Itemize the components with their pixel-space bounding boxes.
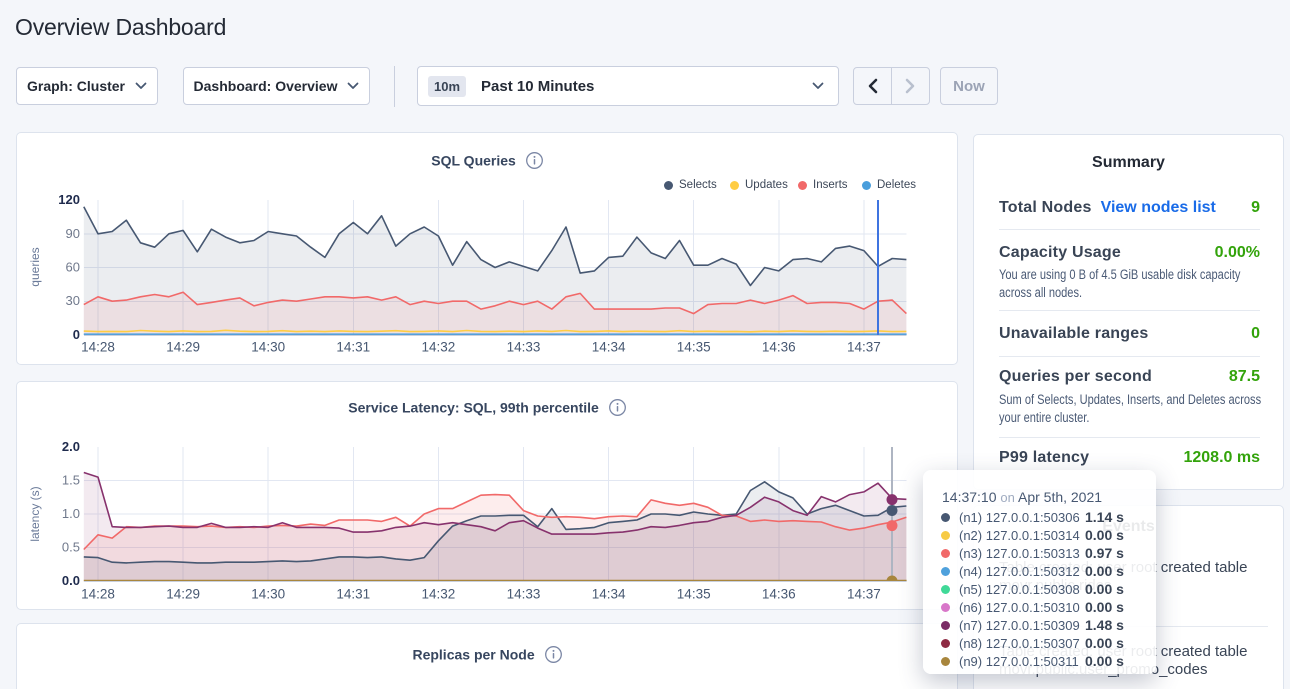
svg-text:14:34: 14:34 [592, 340, 626, 355]
svg-text:14:31: 14:31 [336, 340, 370, 355]
svg-text:120: 120 [58, 192, 80, 207]
svg-text:30: 30 [66, 293, 80, 308]
svg-text:14:36: 14:36 [762, 587, 796, 602]
svg-text:14:32: 14:32 [422, 587, 456, 602]
svg-text:14:35: 14:35 [677, 587, 711, 602]
svg-text:14:33: 14:33 [507, 587, 541, 602]
svg-text:14:33: 14:33 [507, 340, 541, 355]
svg-text:14:29: 14:29 [166, 340, 200, 355]
svg-text:14:37: 14:37 [847, 340, 881, 355]
svg-text:14:34: 14:34 [592, 587, 626, 602]
svg-text:14:35: 14:35 [677, 340, 711, 355]
svg-text:1.5: 1.5 [62, 473, 80, 488]
svg-text:queries: queries [28, 247, 42, 286]
svg-text:2.0: 2.0 [62, 439, 80, 454]
svg-text:0.0: 0.0 [62, 573, 80, 588]
svg-text:14:30: 14:30 [251, 340, 285, 355]
svg-text:latency (s): latency (s) [28, 486, 42, 541]
svg-text:14:30: 14:30 [251, 587, 285, 602]
svg-text:0: 0 [73, 327, 80, 342]
svg-text:14:31: 14:31 [336, 587, 370, 602]
svg-text:14:32: 14:32 [422, 340, 456, 355]
svg-text:14:37: 14:37 [847, 587, 881, 602]
svg-text:14:29: 14:29 [166, 587, 200, 602]
svg-text:0.5: 0.5 [62, 540, 80, 555]
svg-text:1.0: 1.0 [62, 506, 80, 521]
svg-text:14:28: 14:28 [81, 587, 115, 602]
svg-text:60: 60 [66, 260, 80, 275]
svg-text:14:28: 14:28 [81, 340, 115, 355]
svg-text:90: 90 [66, 226, 80, 241]
svg-text:14:36: 14:36 [762, 340, 796, 355]
